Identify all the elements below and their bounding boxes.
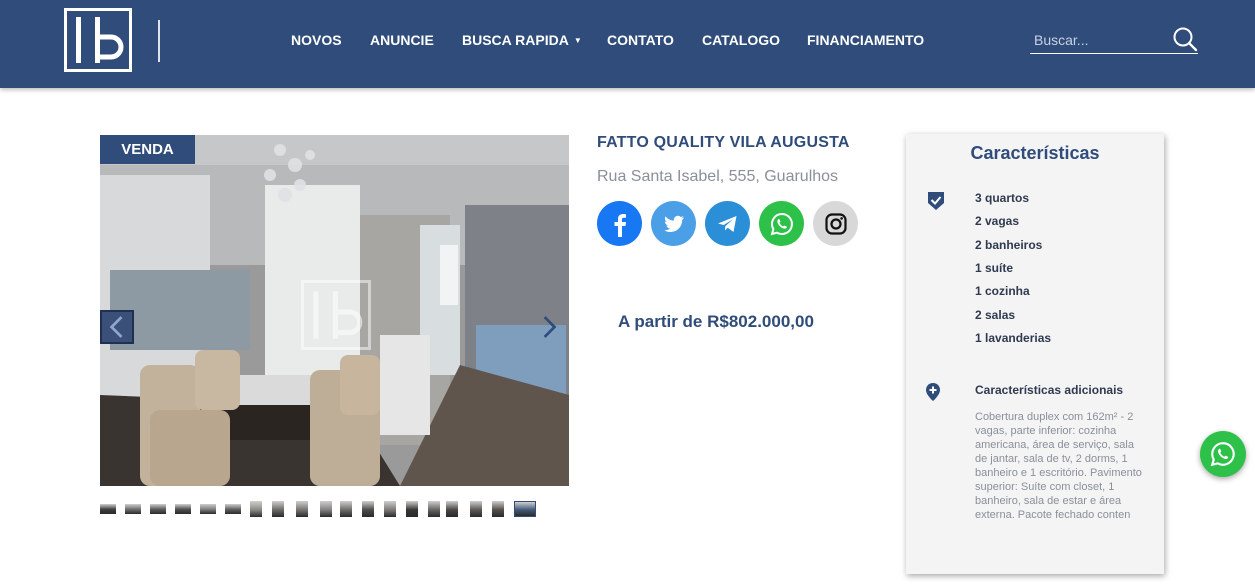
share-instagram-button[interactable] [813,201,858,246]
facebook-icon [614,213,626,237]
nav-item-catalogo[interactable]: CATALOGO [702,32,780,48]
feature-item: 1 lavanderias [975,331,1052,345]
additional-features-text: Cobertura duplex com 162m² - 2 vagas, pa… [975,411,1142,521]
logo-divider [158,20,160,62]
feature-item: 2 salas [975,308,1016,322]
gallery-thumbnail[interactable] [362,501,374,517]
gallery-thumbnail[interactable] [320,501,332,517]
additional-features-title: Características adicionais [975,383,1124,397]
nav-item-contato[interactable]: CONTATO [607,32,674,48]
whatsapp-icon [1210,442,1235,467]
gallery-thumbnail[interactable] [125,504,141,514]
nav-item-busca-rapida-label: BUSCA RAPIDA [462,32,569,48]
whatsapp-chat-button[interactable] [1200,431,1246,477]
share-telegram-button[interactable] [705,201,750,246]
whatsapp-icon [770,212,793,235]
share-facebook-button[interactable] [597,201,642,246]
map-pin-plus-icon [926,383,940,401]
gallery-thumbnail[interactable] [175,504,191,514]
nav-item-busca-rapida[interactable]: BUSCA RAPIDA ▼ [462,32,582,48]
feature-item: 1 suíte [975,261,1014,275]
twitter-icon [663,215,684,232]
gallery-thumbnail[interactable] [514,501,536,517]
chevron-left-icon [109,316,123,338]
telegram-icon [717,215,736,232]
share-twitter-button[interactable] [651,201,696,246]
nav-item-financiamento[interactable]: FINANCIAMENTO [807,32,924,48]
gallery-thumbnail[interactable] [340,501,352,517]
share-whatsapp-button[interactable] [759,201,804,246]
gallery-thumbnail[interactable] [250,501,262,517]
shield-check-icon [928,192,944,210]
caret-down-icon: ▼ [573,36,582,45]
watermark-logo [301,280,371,350]
gallery-thumbnail[interactable] [272,501,284,517]
gallery-thumbnail[interactable] [470,501,482,517]
gallery-thumbnail[interactable] [428,501,440,517]
gallery-thumbnail[interactable] [406,501,418,517]
feature-item: 3 quartos [975,191,1030,205]
gallery-thumbnail[interactable] [225,504,241,514]
property-address: Rua Santa Isabel, 555, Guarulhos [597,168,839,185]
gallery-prev-button[interactable] [100,310,134,344]
sale-badge: VENDA [100,135,195,164]
search-input[interactable] [1034,30,1170,50]
property-title: FATTO QUALITY VILA AUGUSTA [597,134,850,151]
gallery-thumbnail[interactable] [100,504,116,514]
instagram-icon [824,212,847,235]
gallery-thumbnail[interactable] [296,501,308,517]
photo-gallery[interactable]: VENDA [100,135,569,486]
gallery-thumbnail[interactable] [446,501,458,517]
nav-item-anuncie[interactable]: ANUNCIE [370,32,434,48]
gallery-next-button[interactable] [537,310,563,344]
site-header: NOVOS ANUNCIE BUSCA RAPIDA ▼ CONTATO CATA… [0,0,1255,88]
gallery-thumbnail[interactable] [492,501,504,517]
gallery-thumbnail[interactable] [384,501,396,517]
property-price: A partir de R$802.000,00 [618,312,814,331]
feature-item: 2 vagas [975,214,1020,228]
feature-item: 1 cozinha [975,284,1030,298]
site-logo[interactable] [64,8,132,72]
chevron-right-icon [543,316,557,338]
gallery-thumbnail[interactable] [150,504,166,514]
features-title: Características [970,143,1100,163]
gallery-thumbnail[interactable] [200,504,216,514]
search-box [1030,26,1198,54]
logo-mark-icon [76,17,124,63]
features-panel: Características 3 quartos 2 vagas 2 banh… [906,134,1164,574]
search-icon[interactable] [1172,26,1198,52]
feature-item: 2 banheiros [975,238,1043,252]
nav-item-novos[interactable]: NOVOS [291,32,342,48]
